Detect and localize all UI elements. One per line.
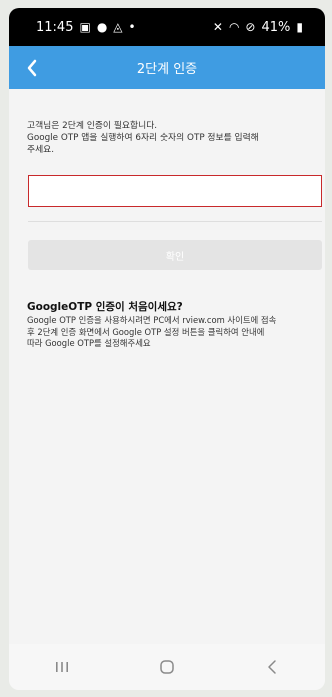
home-icon xyxy=(160,660,174,674)
intro-line-1: 고객님은 2단계 인증이 필요합니다. xyxy=(27,121,158,131)
gallery-icon: ▣ xyxy=(79,20,91,34)
battery-percent: 41% xyxy=(261,19,291,35)
phone-screen: 11:45 ▣ ● ◬ • ✕ ◠ ⊘ 41% ▮ 2단계 인증 고객님은 2단… xyxy=(9,8,325,690)
intro-line-2: Google OTP 앱을 실행하여 6자리 숫자의 OTP 정보를 입력해 xyxy=(27,133,259,143)
confirm-button[interactable]: 확인 xyxy=(28,240,322,270)
recent-apps-button[interactable] xyxy=(39,652,85,682)
help-line-2: 후 2단계 인증 화면에서 Google OTP 설정 버튼을 클릭하여 안내에 xyxy=(27,326,265,337)
help-line-1: Google OTP 인증을 사용하시려면 PC에서 rview.com 사이트… xyxy=(27,315,277,325)
location-pin-icon: ● xyxy=(96,20,108,34)
divider xyxy=(28,221,322,222)
intro-text: 고객님은 2단계 인증이 필요합니다. Google OTP 앱을 실행하여 6… xyxy=(27,120,312,156)
main-content: 고객님은 2단계 인증이 필요합니다. Google OTP 앱을 실행하여 6… xyxy=(9,89,325,644)
system-nav-bar xyxy=(9,644,325,690)
app-header: 2단계 인증 xyxy=(9,46,325,89)
home-button[interactable] xyxy=(144,652,190,682)
wifi-icon: ◠ xyxy=(228,20,240,34)
intro-line-3: 주세요. xyxy=(27,145,55,155)
status-bar: 11:45 ▣ ● ◬ • ✕ ◠ ⊘ 41% ▮ xyxy=(9,8,325,46)
dot-icon: • xyxy=(128,20,136,34)
help-text: Google OTP 인증을 사용하시려면 PC에서 rview.com 사이트… xyxy=(27,315,317,350)
help-line-3: 따라 Google OTP를 설정해주세요 xyxy=(27,338,151,348)
help-title: GoogleOTP 인증이 처음이세요? xyxy=(27,301,183,313)
mute-icon: ✕ xyxy=(212,20,223,34)
recent-apps-icon xyxy=(55,662,68,672)
battery-icon: ▮ xyxy=(296,20,303,34)
do-not-disturb-icon: ⊘ xyxy=(245,20,256,34)
landscape-icon: ◬ xyxy=(113,20,123,34)
back-arrow-icon xyxy=(268,660,277,674)
otp-input[interactable] xyxy=(28,175,322,207)
page-title: 2단계 인증 xyxy=(136,62,198,77)
back-nav-button[interactable] xyxy=(249,652,295,682)
status-time: 11:45 xyxy=(36,19,74,35)
status-left: 11:45 ▣ ● ◬ • xyxy=(36,20,136,35)
status-right: ✕ ◠ ⊘ 41% ▮ xyxy=(213,20,303,35)
